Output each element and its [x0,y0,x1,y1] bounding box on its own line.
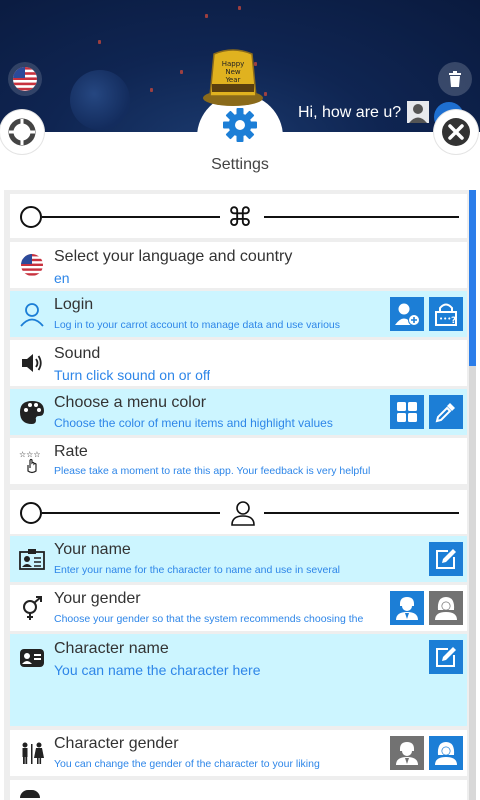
setting-value: en [54,270,70,286]
person-outline-icon [228,498,258,528]
setting-login[interactable]: Login Log in to your carrot account to m… [10,291,467,337]
language-flag-button[interactable] [8,62,42,96]
grid-icon [397,402,417,422]
setting-title: Your name [54,541,131,558]
svg-text:?: ? [451,316,456,326]
svg-text:New: New [225,68,241,76]
setting-title: Sound [54,345,101,362]
setting-description: You can change the gender of the charact… [54,758,320,770]
settings-gear [220,105,260,145]
gender-icon [18,594,46,622]
scrollbar-thumb[interactable] [469,190,476,366]
character-avatar-icon[interactable] [406,100,430,124]
character-male-button[interactable] [390,736,424,770]
setting-description: Choose your gender so that the system re… [54,613,364,625]
setting-description: Turn click sound on or off [54,367,211,383]
firework-spark [98,40,101,44]
delete-button[interactable] [438,62,472,96]
account-password-button[interactable]: ? ••• [429,297,463,331]
user-outline-icon [18,300,46,328]
setting-language[interactable]: Select your language and country en [10,242,467,288]
svg-text:Year: Year [225,76,241,84]
section-divider-app: ⌘ [10,194,467,238]
firework-spark [150,88,153,92]
setting-sound[interactable]: Sound Turn click sound on or off [10,340,467,386]
svg-text:☆☆☆: ☆☆☆ [19,450,41,459]
add-account-button[interactable] [390,297,424,331]
female-user-icon [435,742,457,765]
command-icon: ⌘ [227,201,253,232]
edit-character-name-button[interactable] [429,640,463,674]
setting-your-name[interactable]: Your name Enter your name for the charac… [10,536,467,582]
page-title: Settings [211,156,269,173]
section-toggle-icon[interactable] [20,206,42,228]
lifebuoy-icon [8,118,36,146]
name-badge-icon [18,644,46,672]
setting-title: Character gender [54,735,179,752]
partial-icon [20,790,40,798]
us-flag-icon [13,67,37,91]
setting-description: Please take a moment to rate this app. Y… [54,465,371,477]
close-button[interactable] [434,110,478,154]
lock-question-icon: ? ••• [435,303,457,326]
setting-title: Your gender [54,590,141,607]
setting-title: Select your language and country [54,248,293,265]
setting-title: Login [54,296,94,313]
edit-name-button[interactable] [429,542,463,576]
male-user-icon [396,597,418,620]
firework-spark [180,70,183,74]
settings-list[interactable]: ⌘ Select your language and country en Lo… [4,190,469,800]
id-card-icon [18,545,46,573]
speaker-icon [18,349,46,377]
divider-line [264,216,459,218]
section-divider-user [10,490,467,534]
setting-title: Rate [54,443,88,460]
new-year-hat-icon: Happy New Year [203,49,263,106]
greeting-text: Hi, how are u? [298,104,402,121]
divider-line [42,216,220,218]
svg-text:Happy: Happy [222,60,245,68]
setting-description: Log in to your carrot account to manage … [54,319,341,331]
us-flag-icon [18,251,46,279]
setting-your-gender[interactable]: Your gender Choose your gender so that t… [10,585,467,631]
setting-character-gender[interactable]: Character gender You can change the gend… [10,730,467,776]
firework-spark [205,14,208,18]
setting-description: You can name the character here [54,662,261,678]
divider-line [264,512,459,514]
background-orb [70,70,130,130]
trash-icon [449,71,461,87]
setting-description: Enter your name for the character to nam… [54,564,340,576]
palette-icon [18,398,46,426]
character-female-button[interactable] [429,736,463,770]
setting-menu-color[interactable]: Choose a menu color Choose the color of … [10,389,467,435]
divider-line [42,512,220,514]
color-picker-button[interactable] [429,395,463,429]
setting-rate[interactable]: ☆☆☆ Rate Please take a moment to rate th… [10,438,467,484]
gender-male-button[interactable] [390,591,424,625]
user-add-icon [395,303,420,326]
eyedropper-icon [435,403,455,423]
female-user-icon [435,597,457,620]
svg-text:•••: ••• [439,315,451,323]
male-female-icon [18,739,46,767]
help-button[interactable] [0,110,44,154]
setting-next-partial[interactable] [10,780,467,800]
menu-color-grid-button[interactable] [390,395,424,429]
gear-icon [223,108,257,142]
rate-stars-icon: ☆☆☆ [18,447,46,475]
gender-female-button[interactable] [429,591,463,625]
edit-icon [436,549,456,569]
male-user-icon [396,742,418,765]
setting-title: Choose a menu color [54,394,207,411]
setting-character-name[interactable]: Character name You can name the characte… [10,634,467,726]
firework-spark [238,6,241,10]
edit-icon [436,647,456,667]
setting-description: Choose the color of menu items and highl… [54,416,333,430]
setting-title: Character name [54,640,169,657]
section-toggle-icon[interactable] [20,502,42,524]
close-icon [442,118,470,146]
